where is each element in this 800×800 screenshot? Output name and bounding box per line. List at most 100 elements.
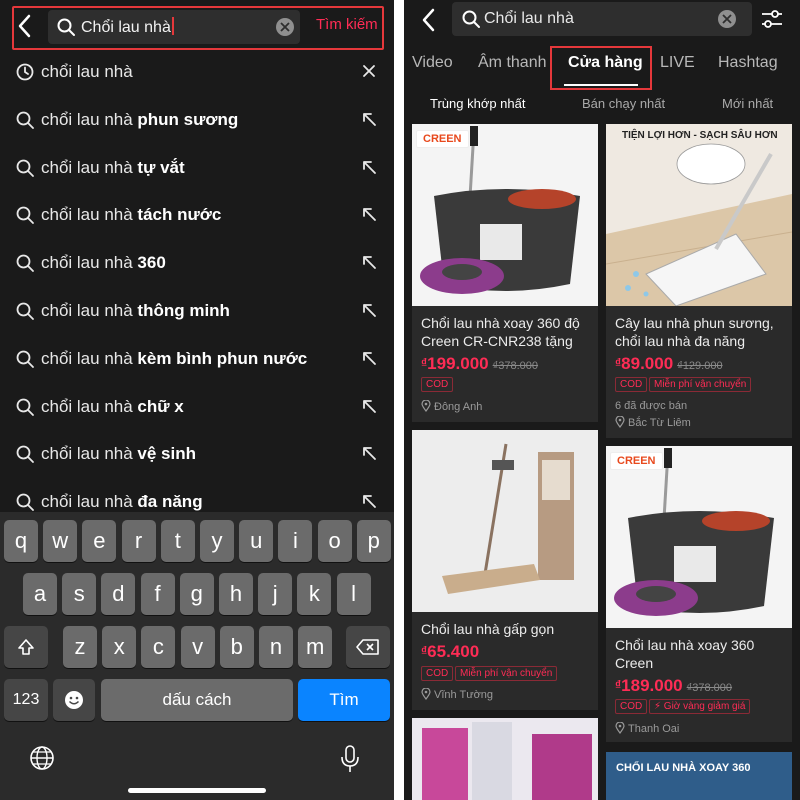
free-shipping-tag: Miễn phí vận chuyển [649,377,752,392]
location-pin-icon [421,687,431,701]
key-h[interactable]: h [219,573,253,615]
suggestion-item[interactable]: chổi lau nhà chữ x [0,383,394,431]
suggestion-text: chổi lau nhà 360 [41,253,166,273]
fill-query-arrow-icon[interactable] [360,253,378,271]
search-input[interactable]: Chổi lau nhà [452,2,752,36]
key-m[interactable]: m [298,626,333,668]
suggestion-item[interactable]: chổi lau nhà thông minh [0,287,394,335]
key-p[interactable]: p [356,520,391,562]
search-input[interactable]: Chổi lau nhà [48,10,300,44]
sort-relevance[interactable]: Trùng khớp nhất [430,96,526,111]
product-image [606,446,792,628]
suggestion-item[interactable]: chổi lau nhà tự vắt [0,144,394,192]
product-image [412,430,598,612]
suggestion-item[interactable]: chổi lau nhà phun sương [0,96,394,144]
search-icon [57,18,75,36]
key-o[interactable]: o [317,520,352,562]
tab-audio[interactable]: Âm thanh [478,54,546,72]
clear-icon[interactable] [276,18,294,36]
search-icon [16,302,34,320]
product-price: ₫189.000 ₫378.000 [615,676,733,695]
key-w[interactable]: w [43,520,78,562]
key-y[interactable]: y [200,520,234,562]
suggestion-text: chổi lau nhà đa năng [41,492,203,512]
suggestion-item[interactable]: chổi lau nhà vệ sinh [0,430,394,478]
product-price: ₫65.400 [421,642,480,661]
fill-query-arrow-icon[interactable] [360,492,378,510]
suggestion-item[interactable]: chổi lau nhà kèm bình phun nước [0,335,394,383]
search-icon [16,159,34,177]
key-j[interactable]: j [258,573,293,615]
sort-options: Trùng khớp nhất Bán chạy nhất Mới nhất [404,92,800,116]
fill-query-arrow-icon[interactable] [360,397,378,415]
product-card[interactable] [412,718,598,800]
suggestion-item[interactable]: chổi lau nhà 360 [0,239,394,287]
key-a[interactable]: a [23,573,57,615]
product-card[interactable]: CHỔI LAU NHÀ XOAY 360 [606,752,792,800]
search-button[interactable]: Tìm kiếm [316,16,378,33]
shift-key[interactable] [4,626,48,668]
product-location: Bắc Từ Liêm [615,415,691,429]
suggestion-item[interactable]: chổi lau nhà tách nước [0,191,394,239]
key-x[interactable]: x [102,626,137,668]
back-arrow-icon[interactable] [418,6,440,34]
key-t[interactable]: t [160,520,195,562]
key-e[interactable]: e [82,520,117,562]
tab-video[interactable]: Video [412,54,453,72]
key-r[interactable]: r [121,520,156,562]
cod-tag: COD [615,699,648,714]
key-b[interactable]: b [219,626,254,668]
product-name: Chổi lau nhà xoay 360 Creen [615,637,755,671]
fill-query-arrow-icon[interactable] [360,110,378,128]
product-card[interactable]: CREEN Chổi lau nhà xoay 360 độ Creen CR-… [412,124,598,422]
fill-query-arrow-icon[interactable] [360,205,378,223]
search-return-key[interactable]: Tìm [298,679,390,721]
fill-query-arrow-icon[interactable] [360,301,378,319]
key-s[interactable]: s [62,573,97,615]
fill-query-arrow-icon[interactable] [360,349,378,367]
key-n[interactable]: n [259,626,293,668]
clear-icon[interactable] [718,10,736,28]
key-u[interactable]: u [239,520,274,562]
key-g[interactable]: g [179,573,214,615]
search-suggestions-screen: Chổi lau nhà Tìm kiếm chổi lau nhà chổi l… [0,0,394,800]
result-tabs: Video Âm thanh Cửa hàng LIVE Hashtag [404,46,800,90]
product-card[interactable]: Chổi lau nhà gấp gọn ₫65.400 COD Miễn ph… [412,430,598,710]
search-header: Chổi lau nhà Tìm kiếm [0,0,394,54]
free-shipping-tag: Miễn phí vận chuyển [455,666,558,681]
filter-icon[interactable] [760,8,784,30]
sort-newest[interactable]: Mới nhất [722,96,773,111]
key-c[interactable]: c [141,626,176,668]
product-card[interactable]: TIỆN LỢI HƠN - SẠCH SÂU HƠN Cây lau nhà … [606,124,792,438]
key-l[interactable]: l [336,573,371,615]
key-k[interactable]: k [297,573,332,615]
key-q[interactable]: q [4,520,38,562]
key-i[interactable]: i [278,520,313,562]
key-v[interactable]: v [180,626,215,668]
backspace-icon [356,639,379,655]
sort-best-selling[interactable]: Bán chạy nhất [582,96,665,111]
product-price: ₫199.000 ₫378.000 [421,354,539,373]
space-key[interactable]: dấu cách [101,679,293,721]
microphone-icon[interactable] [338,744,362,774]
remove-icon[interactable] [360,62,378,80]
search-icon [16,398,34,416]
fill-query-arrow-icon[interactable] [360,444,378,462]
key-f[interactable]: f [140,573,175,615]
key-z[interactable]: z [63,626,97,668]
globe-icon[interactable] [28,744,56,772]
fill-query-arrow-icon[interactable] [360,158,378,176]
numbers-key[interactable]: 123 [4,679,48,721]
tab-live[interactable]: LIVE [660,54,695,72]
search-input-value: Chổi lau nhà [81,17,174,38]
product-price: ₫89.000 ₫129.000 [615,354,723,373]
product-card[interactable]: CREEN Chổi lau nhà xoay 360 Creen ₫189.0… [606,446,792,742]
suggestion-item[interactable]: chổi lau nhà [0,48,394,96]
tab-hashtag[interactable]: Hashtag [718,54,778,72]
annotation-highlight [550,46,652,90]
key-d[interactable]: d [101,573,136,615]
backspace-key[interactable] [346,626,390,668]
emoji-key[interactable] [53,679,95,721]
shift-icon [18,639,34,655]
suggestion-text: chổi lau nhà vệ sinh [41,444,196,464]
